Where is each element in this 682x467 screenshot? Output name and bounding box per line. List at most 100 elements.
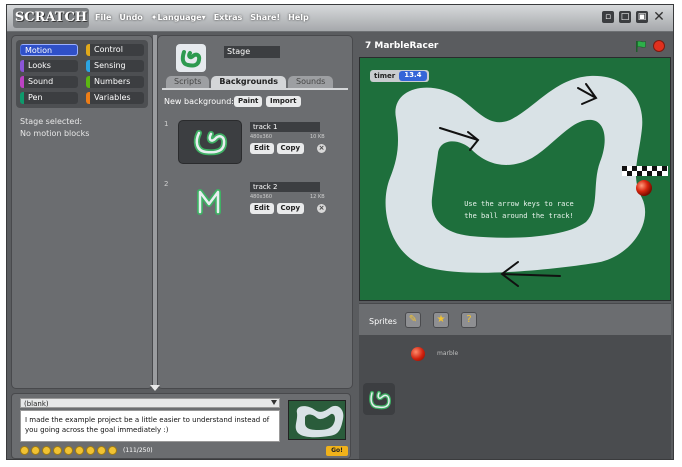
category-sound[interactable]: Sound xyxy=(20,76,78,88)
menu-list: File Undo ✦Language▾ Extras Share! Help xyxy=(95,10,309,26)
menu-help[interactable]: Help xyxy=(288,10,309,26)
emoji-icon[interactable] xyxy=(53,446,62,455)
emoji-icon[interactable] xyxy=(64,446,73,455)
stage-selector-icon xyxy=(369,391,392,410)
delete-icon[interactable]: × xyxy=(317,144,327,153)
stage-header: 7 MarbleRacer xyxy=(359,35,671,57)
background-name-field[interactable]: track 2 xyxy=(250,182,320,192)
emoji-icon[interactable] xyxy=(42,446,51,455)
category-motion[interactable]: Motion xyxy=(20,44,78,56)
menu-language[interactable]: ✦Language▾ xyxy=(151,10,206,26)
track-thumbnail-icon xyxy=(193,130,228,156)
track-thumbnail-icon xyxy=(197,189,221,215)
emoji-bar: (111/250) xyxy=(20,446,153,455)
menu-share[interactable]: Share! xyxy=(250,10,280,26)
project-title: 7 MarbleRacer xyxy=(365,41,439,51)
tab-sounds[interactable]: Sounds xyxy=(287,76,334,88)
background-number: 2 xyxy=(164,180,169,188)
collapse-arrow-icon[interactable] xyxy=(150,385,160,391)
palette-info: Stage selected: No motion blocks xyxy=(20,116,89,140)
delete-icon[interactable]: × xyxy=(317,204,327,213)
stage-thumbnail-icon xyxy=(180,50,202,68)
stage-selector[interactable] xyxy=(363,383,395,415)
emoji-icon[interactable] xyxy=(108,446,117,455)
sprite-list: marble xyxy=(359,335,671,459)
small-stage-icon[interactable]: ▫ xyxy=(602,11,614,23)
background-thumbnail[interactable] xyxy=(178,180,240,222)
finish-line xyxy=(622,166,668,176)
stop-sign-icon[interactable] xyxy=(653,40,665,52)
emoji-icon[interactable] xyxy=(97,446,106,455)
timer-monitor[interactable]: timer 13.4 xyxy=(370,70,429,82)
scratch-logo: SCRATCH xyxy=(13,8,89,28)
edit-button[interactable]: Edit xyxy=(250,203,274,214)
category-selector: Motion Looks Sound Pen Control Sensing N… xyxy=(16,40,148,108)
tab-scripts[interactable]: Scripts xyxy=(166,76,210,88)
import-button[interactable]: Import xyxy=(266,96,301,107)
paint-button[interactable]: Paint xyxy=(234,96,263,107)
background-thumbnail[interactable] xyxy=(178,120,242,164)
close-icon[interactable]: ✕ xyxy=(653,10,665,24)
tab-divider xyxy=(162,88,348,90)
random-sprite-icon[interactable]: ? xyxy=(461,312,477,328)
notes-selector-value: (blank) xyxy=(24,400,49,408)
timer-label: timer xyxy=(374,72,396,80)
edit-button[interactable]: Edit xyxy=(250,143,274,154)
sprites-toolbar: Sprites ✎ ★ ? xyxy=(359,303,671,336)
sprites-label: Sprites xyxy=(369,317,397,326)
category-sensing[interactable]: Sensing xyxy=(86,60,144,72)
sprite-editor-pane: Stage Scripts Backgrounds Sounds New bac… xyxy=(157,35,353,389)
copy-button[interactable]: Copy xyxy=(276,143,305,154)
scratch-window: SCRATCH File Undo ✦Language▾ Extras Shar… xyxy=(6,4,674,460)
race-track xyxy=(385,75,668,287)
category-looks[interactable]: Looks xyxy=(20,60,78,72)
background-name-field[interactable]: track 1 xyxy=(250,122,320,132)
stage-size-controls: ▫ □ ▣ ✕ xyxy=(602,10,665,24)
background-size: 12 KB xyxy=(310,194,325,200)
char-count: (111/250) xyxy=(123,447,153,454)
background-actions: Edit Copy × xyxy=(250,143,327,154)
menu-extras[interactable]: Extras xyxy=(214,10,243,26)
background-item[interactable]: 1 track 1 480x360 10 KB Edit Copy × xyxy=(164,120,348,164)
sprite-thumbnail[interactable] xyxy=(411,347,425,361)
normal-stage-icon[interactable]: □ xyxy=(619,11,631,23)
instructions-text: Use the arrow keys to race the ball arou… xyxy=(464,200,574,220)
marble-sprite[interactable] xyxy=(636,180,652,196)
category-pen[interactable]: Pen xyxy=(20,92,78,104)
stage-canvas[interactable]: timer 13.4 Use the arrow keys to race th… xyxy=(359,57,671,301)
background-size: 10 KB xyxy=(310,134,325,140)
project-notes-panel: (blank) I made the example project be a … xyxy=(11,393,351,459)
background-actions: Edit Copy × xyxy=(250,203,327,214)
notes-textarea[interactable]: I made the example project be a little e… xyxy=(20,410,280,442)
green-flag-icon[interactable] xyxy=(635,40,647,52)
project-thumbnail-image xyxy=(295,405,344,438)
go-button[interactable]: Go! xyxy=(326,446,348,456)
background-item[interactable]: 2 track 2 480x360 12 KB Edit Copy × xyxy=(164,180,348,224)
background-dimensions: 480x360 xyxy=(250,194,273,200)
project-thumbnail xyxy=(288,400,346,440)
notes-selector[interactable]: (blank) xyxy=(20,398,280,408)
menu-file[interactable]: File xyxy=(95,10,111,26)
sprite-name[interactable]: marble xyxy=(437,350,458,357)
category-numbers[interactable]: Numbers xyxy=(86,76,144,88)
paint-new-sprite-icon[interactable]: ✎ xyxy=(405,312,421,328)
emoji-icon[interactable] xyxy=(75,446,84,455)
emoji-icon[interactable] xyxy=(31,446,40,455)
tab-backgrounds[interactable]: Backgrounds xyxy=(211,76,286,88)
emoji-icon[interactable] xyxy=(86,446,95,455)
category-control[interactable]: Control xyxy=(86,44,144,56)
menu-bar: SCRATCH File Undo ✦Language▾ Extras Shar… xyxy=(7,5,673,32)
choose-sprite-icon[interactable]: ★ xyxy=(433,312,449,328)
background-dimensions: 480x360 xyxy=(250,134,273,140)
presentation-mode-icon[interactable]: ▣ xyxy=(636,11,648,23)
category-variables[interactable]: Variables xyxy=(86,92,144,104)
sprite-name-field[interactable]: Stage xyxy=(224,46,280,58)
menu-undo[interactable]: Undo xyxy=(119,10,142,26)
background-number: 1 xyxy=(164,120,169,128)
palette-info-line2: No motion blocks xyxy=(20,129,90,138)
timer-value: 13.4 xyxy=(399,71,427,81)
emoji-icon[interactable] xyxy=(20,446,29,455)
chevron-down-icon[interactable] xyxy=(271,400,277,405)
palette-info-line1: Stage selected: xyxy=(20,117,83,126)
copy-button[interactable]: Copy xyxy=(276,203,305,214)
